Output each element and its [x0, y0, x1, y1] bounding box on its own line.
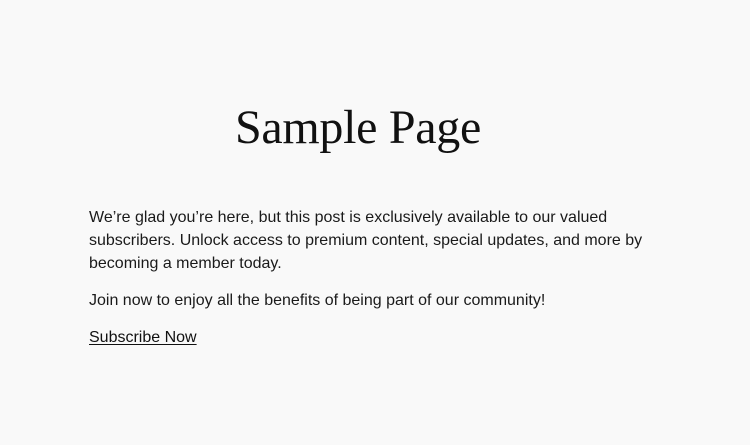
subscribe-now-link[interactable]: Subscribe Now — [89, 326, 197, 349]
post-content: We’re glad you’re here, but this post is… — [89, 206, 649, 349]
page-title: Sample Page — [235, 101, 481, 154]
subscriber-message: We’re glad you’re here, but this post is… — [89, 209, 643, 272]
community-message: Join now to enjoy all the benefits of be… — [89, 292, 546, 309]
page: Sample Page We’re glad you’re here, but … — [0, 0, 750, 445]
